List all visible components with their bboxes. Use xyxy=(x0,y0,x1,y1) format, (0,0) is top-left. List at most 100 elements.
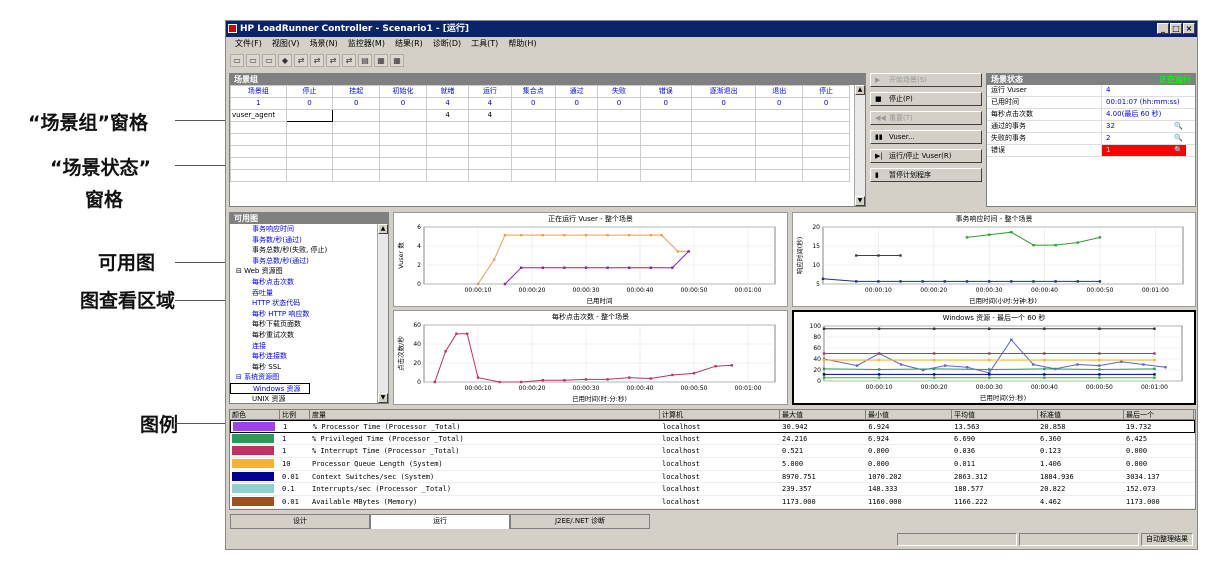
graph-tree-item[interactable]: 每秒 SSL xyxy=(230,362,378,373)
toolbar-button-icon[interactable]: ▤ xyxy=(358,54,372,67)
table-row[interactable]: vuser_agent 4 4 xyxy=(230,109,850,122)
graph-tree-item[interactable]: 事务数/秒(通过) xyxy=(230,235,378,246)
legend-column-header[interactable]: 标准值 xyxy=(1038,410,1124,419)
legend-row[interactable]: 0.01 Available MBytes (Memory) localhost 11… xyxy=(230,496,1195,509)
menu-item-1[interactable]: 视图(V) xyxy=(267,37,305,51)
maximize-button[interactable]: □ xyxy=(1170,23,1182,34)
menu-item-7[interactable]: 帮助(H) xyxy=(503,37,541,51)
legend-row[interactable]: 0.01 Context Switches/sec (System) localho… xyxy=(230,471,1195,484)
legend-row[interactable]: 1 % Interrupt Time (Processor _Total) loca… xyxy=(230,445,1195,459)
color-swatch xyxy=(231,421,281,432)
legend-measure: Context Switches/sec (System) xyxy=(312,472,435,481)
table-row[interactable]: 场景组 停止 挂起 初始化 就绪 运行 集合点 通过 失败 错误 逐渐退出 退出 停止 xyxy=(230,85,850,98)
chart-transaction-response-time[interactable]: 事务响应时间 - 整个场景 5 10 15 20 00:00:10 00:00:20 00:0… xyxy=(792,212,1196,307)
headers-cell: 逐渐退出 xyxy=(690,85,757,98)
magnifier-icon[interactable]: 🔍 xyxy=(1174,133,1183,144)
toolbar-button-icon[interactable]: ▭ xyxy=(246,54,260,67)
graph-tree-item[interactable]: 每秒 HTTP 响应数 xyxy=(230,309,378,320)
counts-cell: 0 xyxy=(555,97,599,110)
graph-tree-item[interactable]: 每秒连接数 xyxy=(230,351,378,362)
scroll-down-icon[interactable]: ▼ xyxy=(378,393,388,403)
x-tick-label: 00:00:10 xyxy=(866,384,893,391)
legend-scale: 10 xyxy=(282,460,291,469)
chart-hits-per-second[interactable]: 每秒点击次数 - 整个场景 0 20 40 60 00:00:10 00:00:20 00:0… xyxy=(393,310,788,405)
menu-item-6[interactable]: 工具(T) xyxy=(466,37,503,51)
legend-row[interactable]: 1 % Processor Time (Processor _Total) loca… xyxy=(230,420,1195,433)
graph-tree-item[interactable]: 吞吐量 xyxy=(230,288,378,299)
toolbar-button-icon[interactable]: ⇄ xyxy=(342,54,356,67)
chart-windows-resources[interactable]: Windows 资源 - 最后一个 60 秒 0 20 40 60 80 100 00:00:… xyxy=(792,310,1196,405)
legend-last: 1173.000 xyxy=(1126,498,1160,507)
x-tick-label: 00:00:40 xyxy=(1031,287,1058,294)
control-button-0[interactable]: ▶ 开始场景(S) xyxy=(870,73,982,87)
menu-item-3[interactable]: 监控器(M) xyxy=(343,37,390,51)
tab-0[interactable]: 设计 xyxy=(230,514,370,529)
legend-column-header[interactable]: 颜色 xyxy=(230,410,280,419)
graph-tree-item[interactable]: 每秒点击次数 xyxy=(230,277,378,288)
graph-tree-item[interactable]: 每秒重试次数 xyxy=(230,330,378,341)
data-point xyxy=(520,233,523,237)
graph-tree-item[interactable]: 每秒下载页面数 xyxy=(230,319,378,330)
graph-tree-item[interactable]: ⊟ 系统资源图 xyxy=(230,372,378,383)
legend-column-header[interactable]: 最后一个 xyxy=(1124,410,1194,419)
legend-machine: localhost xyxy=(662,423,701,431)
empty-cell xyxy=(379,157,427,170)
control-button-4[interactable]: ▶| 运行/停止 Vuser(R) xyxy=(870,149,982,163)
toolbar-button-icon[interactable]: ▦ xyxy=(374,54,388,67)
data-point xyxy=(932,358,936,362)
empty-cell xyxy=(230,133,287,146)
scroll-up-icon[interactable]: ▲ xyxy=(378,224,388,234)
close-button[interactable]: × xyxy=(1183,23,1195,34)
scrollbar[interactable]: ▲ ▼ xyxy=(854,85,865,206)
menu-item-5[interactable]: 诊断(D) xyxy=(428,37,466,51)
toolbar-button-icon[interactable]: ◆ xyxy=(278,54,292,67)
menu-item-4[interactable]: 结果(R) xyxy=(390,37,428,51)
legend-column-header[interactable]: 平均值 xyxy=(952,410,1038,419)
scroll-down-icon[interactable]: ▼ xyxy=(855,196,865,206)
tab-1[interactable]: 运行 xyxy=(370,514,510,529)
magnifier-icon[interactable]: 🔍 xyxy=(1174,121,1183,132)
scrollbar[interactable]: ▲ ▼ xyxy=(377,224,388,403)
magnifier-icon[interactable]: 🔍 xyxy=(1174,145,1183,156)
menu-item-2[interactable]: 场景(N) xyxy=(305,37,343,51)
legend-row[interactable]: 0.1 Interrupts/sec (Processor _Total) loca… xyxy=(230,483,1195,497)
empty-cell xyxy=(555,121,599,134)
graph-tree-item[interactable]: Windows 资源 xyxy=(230,382,310,394)
toolbar-button-icon[interactable]: ▭ xyxy=(262,54,276,67)
control-button-3[interactable]: ▮▮ Vuser... xyxy=(870,130,982,144)
scroll-up-icon[interactable]: ▲ xyxy=(855,85,865,95)
graph-tree-item[interactable]: ⊟ Web 资源图 xyxy=(230,266,378,277)
graph-tree-item[interactable]: UNIX 资源 xyxy=(230,394,378,404)
data-point xyxy=(1032,243,1035,247)
tab-2[interactable]: J2EE/.NET 诊断 xyxy=(510,514,650,529)
table-row xyxy=(230,133,850,146)
auto-collate-status[interactable]: 自动整理结果 xyxy=(1141,533,1193,546)
legend-column-header[interactable]: 最小值 xyxy=(866,410,952,419)
toolbar-button-icon[interactable]: ▭ xyxy=(230,54,244,67)
graph-tree-item[interactable]: 事务总数/秒(失败, 停止) xyxy=(230,245,378,256)
graph-tree-item[interactable]: 事务响应时间 xyxy=(230,224,378,235)
legend-column-header[interactable]: 比例 xyxy=(280,410,310,419)
toolbar-button-icon[interactable]: ⇄ xyxy=(326,54,340,67)
graph-tree-item[interactable]: 连接 xyxy=(230,341,378,352)
toolbar-button-icon[interactable]: ⇄ xyxy=(294,54,308,67)
toolbar-button-icon[interactable]: ⇄ xyxy=(310,54,324,67)
control-button-2[interactable]: ◀◀ 重置(T) xyxy=(870,111,982,125)
minimize-button[interactable]: _ xyxy=(1157,23,1169,34)
graph-tree-item[interactable]: HTTP 状态代码 xyxy=(230,298,378,309)
menu-item-0[interactable]: 文件(F) xyxy=(230,37,267,51)
data-point xyxy=(503,282,507,286)
data-point xyxy=(649,233,652,237)
graph-tree-item[interactable]: 事务总数/秒(通过) xyxy=(230,256,378,267)
control-button-5[interactable]: ▮ 暂停计划程序 xyxy=(870,168,982,182)
table-row[interactable]: 1000440000000 xyxy=(230,97,850,110)
legend-column-header[interactable]: 最大值 xyxy=(780,410,866,419)
x-tick-label: 00:00:40 xyxy=(627,287,654,294)
legend-row[interactable]: 1 % Privileged Time (Processor _Total) loc… xyxy=(230,433,1195,446)
legend-column-header[interactable]: 度量 xyxy=(310,410,660,419)
toolbar-button-icon[interactable]: ▦ xyxy=(390,54,404,67)
legend-row[interactable]: 10 Processor Queue Length (System) localho… xyxy=(230,458,1195,471)
chart-running-vusers[interactable]: 正在运行 Vuser - 整个场景 0 2 4 6 00:00:10 00:00:20 00:… xyxy=(393,212,788,307)
legend-column-header[interactable]: 计算机 xyxy=(660,410,780,419)
control-button-1[interactable]: ■ 停止(P) xyxy=(870,92,982,106)
